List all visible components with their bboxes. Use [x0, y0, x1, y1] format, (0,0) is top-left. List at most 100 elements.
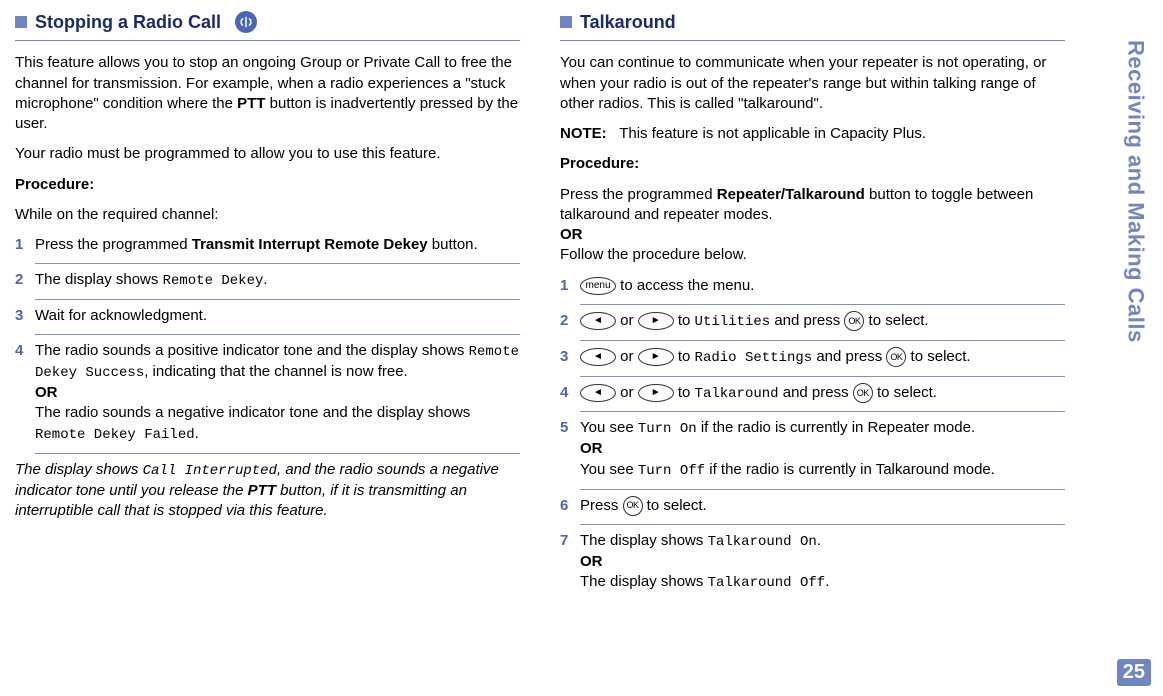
display-text: Talkaround — [695, 386, 779, 402]
feature-icon — [235, 11, 257, 33]
left-steps: 1 Press the programmed Transmit Interrup… — [15, 235, 520, 454]
step-divider — [580, 489, 1065, 490]
intro-para-2: Your radio must be programmed to allow y… — [15, 144, 520, 164]
heading-marker-icon — [15, 16, 27, 28]
ok-button-icon: OK — [853, 383, 873, 403]
text: . — [195, 425, 199, 442]
intro-para-1: This feature allows you to stop an ongoi… — [15, 53, 520, 134]
heading-stopping: Stopping a Radio Call — [15, 10, 520, 34]
step-number: 3 — [560, 347, 568, 367]
text: . — [817, 532, 821, 549]
step-divider — [35, 334, 520, 335]
list-item: 4 The radio sounds a positive indicator … — [15, 341, 520, 444]
text: Wait for acknowledgment. — [35, 307, 207, 324]
step-divider — [580, 304, 1065, 305]
display-text: Talkaround On — [708, 534, 817, 550]
text: or — [616, 384, 638, 401]
step-divider — [580, 411, 1065, 412]
step-divider — [35, 263, 520, 264]
step-number: 4 — [15, 341, 23, 361]
step-number: 3 — [15, 306, 23, 326]
procedure-intro: While on the required channel: — [15, 205, 520, 225]
display-text: Radio Settings — [695, 350, 813, 366]
step-number: 7 — [560, 531, 568, 551]
text: The display shows — [580, 532, 708, 549]
text: and press — [812, 348, 886, 365]
text: to — [674, 348, 695, 365]
right-arrow-button-icon: ► — [638, 312, 674, 330]
display-text: Remote Dekey — [163, 273, 264, 289]
text: , indicating that the channel is now fre… — [144, 363, 408, 380]
left-column: Stopping a Radio Call This feature allow… — [10, 10, 535, 686]
text: and press — [779, 384, 853, 401]
ok-button-icon: OK — [886, 347, 906, 367]
step-number: 1 — [560, 276, 568, 296]
display-text: Utilities — [695, 314, 771, 330]
list-item: 2 ◄ or ► to Utilities and press OK to se… — [560, 311, 1065, 332]
text: to select. — [864, 312, 928, 329]
heading-talkaround-text: Talkaround — [580, 10, 676, 34]
note-label: NOTE: — [560, 125, 607, 142]
text: Press — [580, 497, 623, 514]
left-arrow-button-icon: ◄ — [580, 312, 616, 330]
display-text: Remote Dekey Failed — [35, 427, 195, 443]
step-divider — [580, 524, 1065, 525]
or-label: OR — [560, 226, 583, 243]
right-arrow-button-icon: ► — [638, 348, 674, 366]
ptt-label: PTT — [248, 482, 276, 499]
left-arrow-button-icon: ◄ — [580, 348, 616, 366]
display-text: Talkaround Off — [708, 575, 826, 591]
text: or — [616, 312, 638, 329]
text: You see — [580, 419, 638, 436]
or-label: OR — [35, 384, 58, 401]
heading-stopping-text: Stopping a Radio Call — [35, 10, 221, 34]
text: button. — [428, 236, 478, 253]
text: Follow the procedure below. — [560, 246, 747, 263]
text: to select. — [906, 348, 970, 365]
heading-rule — [15, 40, 520, 41]
ok-button-icon: OK — [844, 311, 864, 331]
text: The radio sounds a negative indicator to… — [35, 404, 470, 421]
list-item: 7 The display shows Talkaround On. OR Th… — [560, 531, 1065, 593]
text: The display shows — [580, 573, 708, 590]
right-column: Talkaround You can continue to communica… — [535, 10, 1080, 686]
or-label: OR — [580, 440, 603, 457]
procedure-label: Procedure: — [560, 154, 1065, 174]
text: The radio sounds a positive indicator to… — [35, 342, 469, 359]
text-bold: Transmit Interrupt Remote Dekey — [192, 236, 428, 253]
step-number: 2 — [560, 311, 568, 331]
text: to select. — [873, 384, 937, 401]
list-item: 2 The display shows Remote Dekey. — [15, 270, 520, 291]
section-title-vertical: Receiving and Making Calls — [1123, 40, 1149, 343]
list-item: 1 Press the programmed Transmit Interrup… — [15, 235, 520, 255]
list-item: 3 Wait for acknowledgment. — [15, 306, 520, 326]
heading-marker-icon — [560, 16, 572, 28]
step-number: 5 — [560, 418, 568, 438]
step-divider — [35, 299, 520, 300]
text: to access the menu. — [616, 277, 754, 294]
list-item: 6 Press OK to select. — [560, 496, 1065, 516]
display-text: Call Interrupted — [143, 463, 277, 479]
text: to — [674, 312, 695, 329]
antenna-icon — [239, 15, 253, 29]
text: Press the programmed — [560, 186, 717, 203]
or-label: OR — [580, 553, 603, 570]
display-text: Turn On — [638, 421, 697, 437]
heading-rule — [560, 40, 1065, 41]
step-number: 2 — [15, 270, 23, 290]
list-item: 1 menu to access the menu. — [560, 276, 1065, 296]
step-divider — [35, 453, 520, 454]
procedure-para: Press the programmed Repeater/Talkaround… — [560, 185, 1065, 266]
text: or — [616, 348, 638, 365]
note-text: This feature is not applicable in Capaci… — [619, 125, 926, 142]
list-item: 3 ◄ or ► to Radio Settings and press OK … — [560, 347, 1065, 368]
procedure-label: Procedure: — [15, 175, 520, 195]
text: The display shows — [35, 271, 163, 288]
menu-button-icon: menu — [580, 277, 616, 295]
page-content: Stopping a Radio Call This feature allow… — [0, 0, 1100, 696]
text-bold: Repeater/Talkaround — [717, 186, 865, 203]
text: and press — [770, 312, 844, 329]
ok-button-icon: OK — [623, 496, 643, 516]
page-number: 25 — [1117, 659, 1151, 686]
list-item: 5 You see Turn On if the radio is curren… — [560, 418, 1065, 480]
